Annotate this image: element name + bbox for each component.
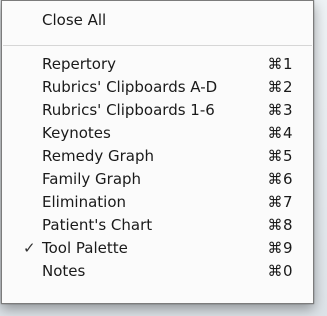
menu-item-label: Tool Palette [42, 239, 128, 257]
window-menu: Close All Repertory ⌘1 Rubrics' Clipboar… [1, 0, 314, 304]
menu-item-shortcut: ⌘6 [267, 170, 293, 188]
menu-item-label: Rubrics' Clipboards A-D [42, 78, 218, 96]
menu-item-shortcut: ⌘2 [267, 78, 293, 96]
menu-item-shortcut: ⌘1 [267, 55, 293, 73]
menu-item-patients-chart[interactable]: Patient's Chart ⌘8 [2, 214, 313, 237]
menu-item-label: Patient's Chart [42, 216, 153, 234]
menu-item-remedy-graph[interactable]: Remedy Graph ⌘5 [2, 145, 313, 168]
checkmark-icon: ✓ [23, 239, 36, 257]
menu-item-shortcut: ⌘7 [267, 193, 293, 211]
menu-item-tool-palette[interactable]: ✓ Tool Palette ⌘9 [2, 237, 313, 260]
menu-item-label: Keynotes [42, 124, 111, 142]
menu-item-label: Remedy Graph [42, 147, 154, 165]
menu-item-shortcut: ⌘3 [267, 101, 293, 119]
menu-item-label: Rubrics' Clipboards 1-6 [42, 101, 215, 119]
menu-item-close-all[interactable]: Close All [2, 9, 313, 32]
menu-item-shortcut: ⌘8 [267, 216, 293, 234]
menu-item-notes[interactable]: Notes ⌘0 [2, 260, 313, 283]
menu-item-keynotes[interactable]: Keynotes ⌘4 [2, 122, 313, 145]
menu-item-shortcut: ⌘4 [267, 124, 293, 142]
menu-item-rubrics-clipboards-a-d[interactable]: Rubrics' Clipboards A-D ⌘2 [2, 76, 313, 99]
menu-item-label: Family Graph [42, 170, 142, 188]
menu-item-rubrics-clipboards-1-6[interactable]: Rubrics' Clipboards 1-6 ⌘3 [2, 99, 313, 122]
menu-item-label: Close All [42, 11, 107, 29]
menu-item-shortcut: ⌘9 [267, 239, 293, 257]
menu-item-label: Elimination [42, 193, 127, 211]
menu-item-label: Repertory [42, 55, 116, 73]
menu-item-elimination[interactable]: Elimination ⌘7 [2, 191, 313, 214]
menu-item-shortcut: ⌘0 [267, 262, 293, 280]
menu-item-shortcut: ⌘5 [267, 147, 293, 165]
menu-item-label: Notes [42, 262, 86, 280]
menu-separator [3, 45, 312, 46]
menu-item-repertory[interactable]: Repertory ⌘1 [2, 53, 313, 76]
menu-item-family-graph[interactable]: Family Graph ⌘6 [2, 168, 313, 191]
